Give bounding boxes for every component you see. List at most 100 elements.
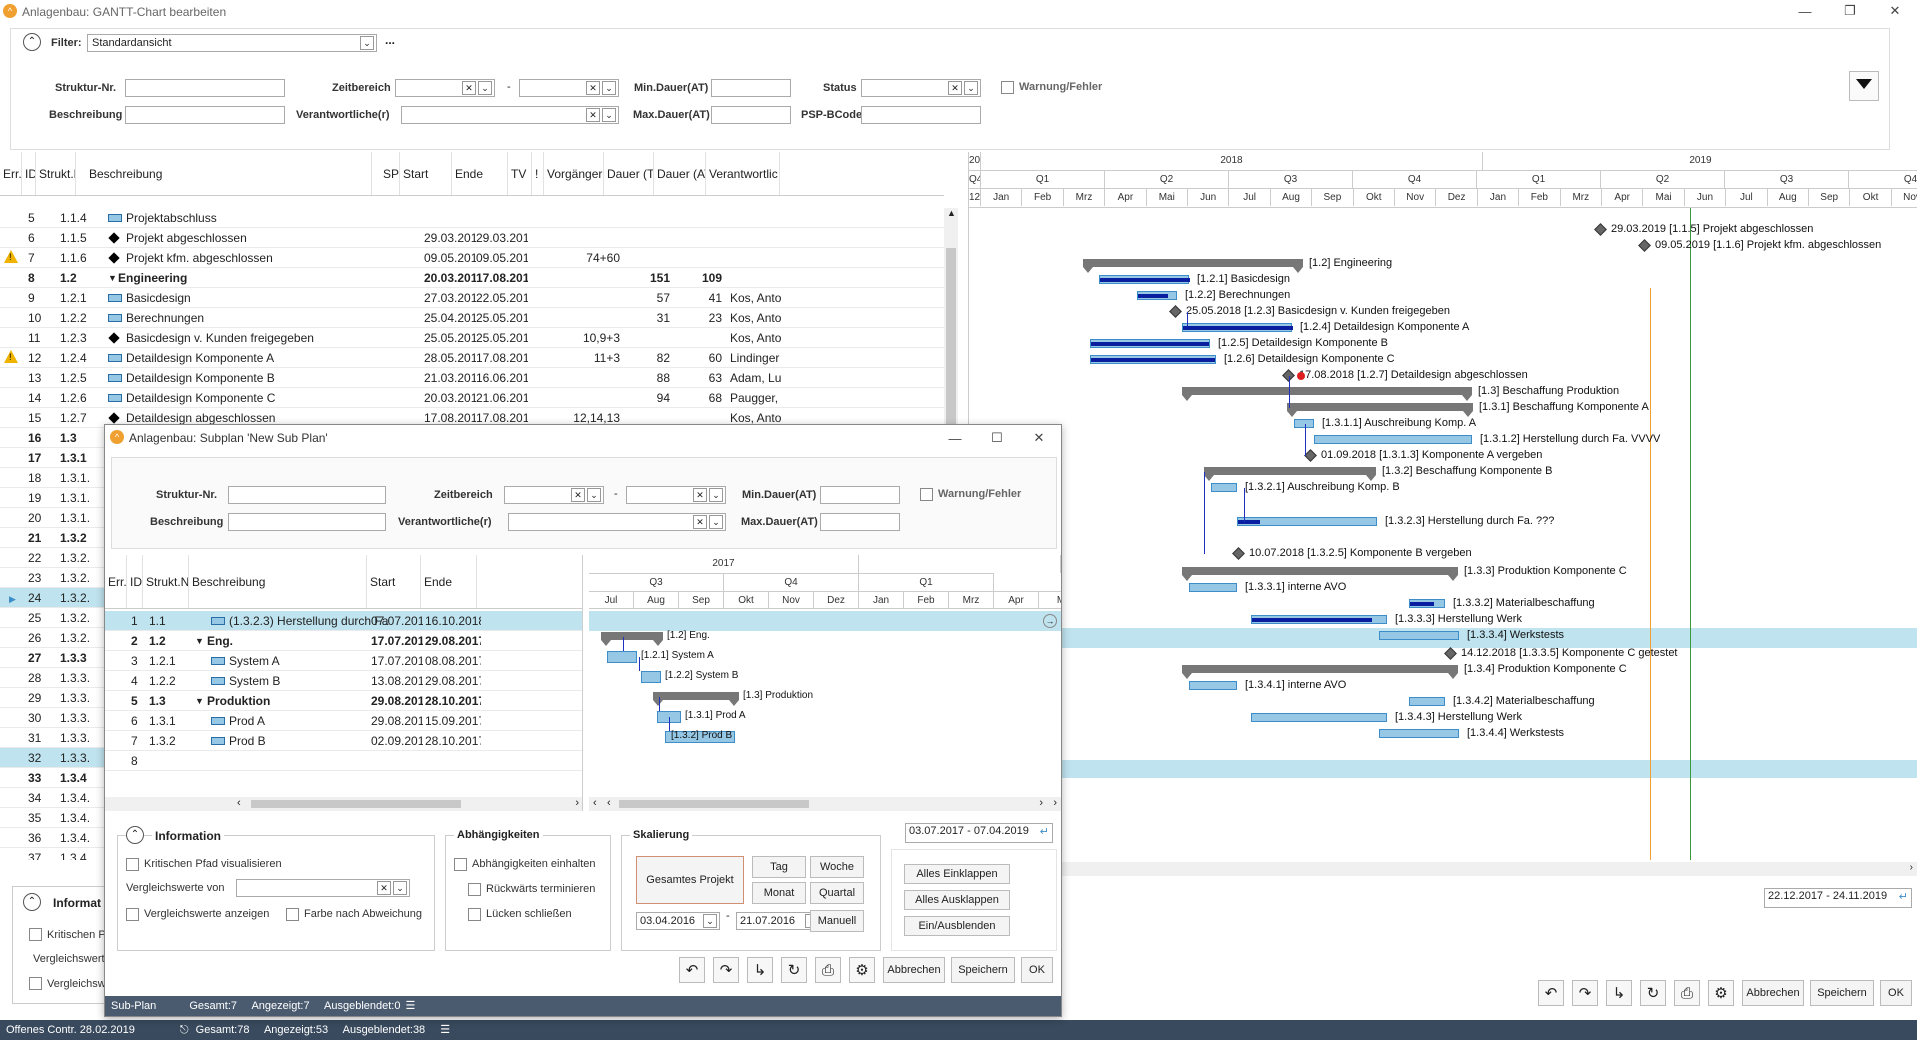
chevron-right-icon[interactable]: ›	[1910, 862, 1913, 873]
row-desc[interactable]: System A	[209, 651, 389, 671]
main-print-button[interactable]: ⎙	[1674, 980, 1700, 1006]
subplan-zeitbereich-from[interactable]: ✕ ⌄	[504, 486, 604, 504]
chevron-down-icon[interactable]: ⌄	[587, 488, 601, 502]
task-bar[interactable]	[1379, 729, 1459, 738]
milestone-mark[interactable]	[1444, 647, 1457, 660]
chevron-down-icon[interactable]: ⌄	[360, 36, 374, 50]
main-kritisch-checkbox[interactable]	[29, 928, 42, 941]
chevron-down-icon[interactable]: ⌄	[393, 881, 407, 895]
table-row[interactable]: 10 1.2.2 Berechnungen 25.04.201825.05.2018 3…	[0, 308, 944, 328]
task-bar[interactable]	[1251, 713, 1387, 722]
chevron-down-icon[interactable]: ⌄	[703, 914, 717, 928]
subplan-date-range[interactable]: 03.07.2017 - 07.04.2019 ↵	[905, 823, 1053, 843]
main-settings-button[interactable]: ⚙	[1708, 980, 1734, 1006]
task-bar[interactable]	[1137, 291, 1177, 300]
table-row[interactable]: 8 1.2 ▼Engineering 20.03.201817.08.2018 151 1…	[0, 268, 944, 288]
main-col-header[interactable]: Ende	[452, 152, 508, 195]
main-col-header[interactable]: Dauer (AT)	[654, 152, 706, 195]
warnung-checkbox[interactable]	[1001, 81, 1014, 94]
min-dauer-input[interactable]	[711, 79, 791, 97]
chevron-left-icon[interactable]: ‹	[237, 797, 241, 809]
row-desc[interactable]: Berechnungen	[104, 308, 384, 328]
filter-more-button[interactable]: ...	[385, 33, 395, 47]
vergleich-anzeigen-checkbox[interactable]	[126, 908, 139, 921]
chevron-left-icon[interactable]: ‹	[607, 797, 611, 809]
chevron-right-icon[interactable]: ›	[1053, 797, 1057, 809]
chevron-down-icon[interactable]: ⌄	[964, 81, 978, 95]
row-desc[interactable]: Detaildesign Komponente C	[104, 388, 384, 408]
chevron-down-icon[interactable]: ⌄	[478, 81, 492, 95]
subplan-link-button[interactable]: ↳	[747, 957, 773, 983]
row-desc[interactable]: ▼ Eng.	[193, 631, 373, 651]
filter-apply-button[interactable]	[1849, 71, 1879, 101]
table-row[interactable]: 14 1.2.6 Detaildesign Komponente C 20.03.20…	[0, 388, 944, 408]
task-bar[interactable]	[641, 671, 661, 683]
table-row[interactable]: 21.2▼Eng.17.07.201729.08.2017	[105, 631, 582, 651]
main-col-header[interactable]: Vorgänger	[544, 152, 604, 195]
subplan-min-dauer-input[interactable]	[820, 486, 900, 504]
subplan-zeitbereich-to[interactable]: ✕ ⌄	[626, 486, 726, 504]
enter-icon[interactable]: ↵	[1899, 890, 1908, 903]
summary-bar[interactable]	[1287, 403, 1473, 417]
subplan-beschreibung-input[interactable]	[228, 513, 386, 531]
subplan-warnung-checkbox[interactable]	[920, 488, 933, 501]
collapse-filter-icon[interactable]: ⌃	[23, 33, 41, 51]
subplan-maximize-button[interactable]: ☐	[977, 427, 1017, 449]
subplan-gantt-hscroll[interactable]: ‹ ‹ › ›	[589, 797, 1061, 811]
row-desc[interactable]: (1.3.2.3) Herstellung durch Fa. ???	[209, 611, 389, 631]
chevron-left-icon[interactable]: ‹	[593, 797, 597, 809]
row-desc[interactable]: ▼ Engineering	[104, 268, 384, 288]
subplan-col-header[interactable]: Strukt.Nr.	[143, 555, 189, 608]
list-icon[interactable]: ☰	[440, 1024, 450, 1036]
row-desc[interactable]: Projekt abgeschlossen	[104, 228, 384, 248]
rueckwaerts-checkbox[interactable]	[468, 883, 481, 896]
table-row[interactable]: 11 1.2.3 Basicdesign v. Kunden freigegeben…	[0, 328, 944, 348]
scroll-thumb[interactable]	[619, 800, 809, 808]
chevron-right-icon[interactable]: ›	[575, 797, 579, 809]
clear-icon[interactable]: ✕	[377, 881, 391, 895]
main-date-range[interactable]: 22.12.2017 - 24.11.2019 ↵	[1764, 888, 1912, 908]
row-desc[interactable]: ▼ Produktion	[193, 691, 373, 711]
table-row[interactable]: 3 1.2.1 System A 17.07.201708.08.2017	[105, 651, 582, 671]
row-desc[interactable]: Detaildesign Komponente B	[104, 368, 384, 388]
status-select[interactable]: ✕ ⌄	[861, 79, 981, 97]
chevron-down-icon[interactable]: ⌄	[709, 488, 723, 502]
subplan-col-header[interactable]: Beschreibung	[189, 555, 367, 608]
subplan-verantwortliche-select[interactable]: ✕ ⌄	[508, 513, 726, 531]
kritisch-checkbox[interactable]	[126, 858, 139, 871]
row-desc[interactable]: Detaildesign Komponente A	[104, 348, 384, 368]
milestone-mark[interactable]	[1232, 547, 1245, 560]
table-row[interactable]: 13 1.2.5 Detaildesign Komponente B 21.03.20…	[0, 368, 944, 388]
main-link-button[interactable]: ↳	[1606, 980, 1632, 1006]
subplan-refresh-button[interactable]: ↻	[781, 957, 807, 983]
main-col-header[interactable]: TV	[508, 152, 532, 195]
task-bar[interactable]	[1211, 483, 1237, 492]
subplan-settings-button[interactable]: ⚙	[849, 957, 875, 983]
beschreibung-input[interactable]	[125, 106, 285, 124]
collapse-info-icon[interactable]: ⌃	[23, 893, 41, 911]
quartal-button[interactable]: Quartal	[810, 882, 864, 904]
table-row[interactable]: 6 1.1.5 Projekt abgeschlossen 29.03.201929.…	[0, 228, 944, 248]
manuell-button[interactable]: Manuell	[810, 910, 864, 932]
main-ok-button[interactable]: OK	[1880, 980, 1912, 1006]
table-row[interactable]: 8	[105, 751, 582, 771]
subplan-cancel-button[interactable]: Abbrechen	[883, 957, 945, 983]
subplan-struktur-input[interactable]	[228, 486, 386, 504]
subplan-ok-button[interactable]: OK	[1021, 957, 1053, 983]
task-bar[interactable]	[607, 651, 637, 663]
summary-bar[interactable]	[653, 692, 739, 706]
list-icon[interactable]: ☰	[406, 1000, 416, 1012]
chevron-down-icon[interactable]: ⌄	[709, 515, 723, 529]
milestone-mark[interactable]	[1304, 449, 1317, 462]
main-save-button[interactable]: Speichern	[1810, 980, 1874, 1006]
clear-icon[interactable]: ✕	[693, 488, 707, 502]
farbe-checkbox[interactable]	[286, 908, 299, 921]
table-row[interactable]: 9 1.2.1 Basicdesign 27.03.201822.05.2018 57 4…	[0, 288, 944, 308]
collapse-caret-icon[interactable]: ▼	[108, 268, 117, 288]
table-row[interactable]: 51.3▼Produktion29.08.201728.10.2017	[105, 691, 582, 711]
subplan-max-dauer-input[interactable]	[820, 513, 900, 531]
abh-einhalten-checkbox[interactable]	[454, 858, 467, 871]
row-desc[interactable]: System B	[209, 671, 389, 691]
subplan-undo-button[interactable]: ↶	[679, 957, 705, 983]
main-col-header[interactable]: !	[532, 152, 544, 195]
